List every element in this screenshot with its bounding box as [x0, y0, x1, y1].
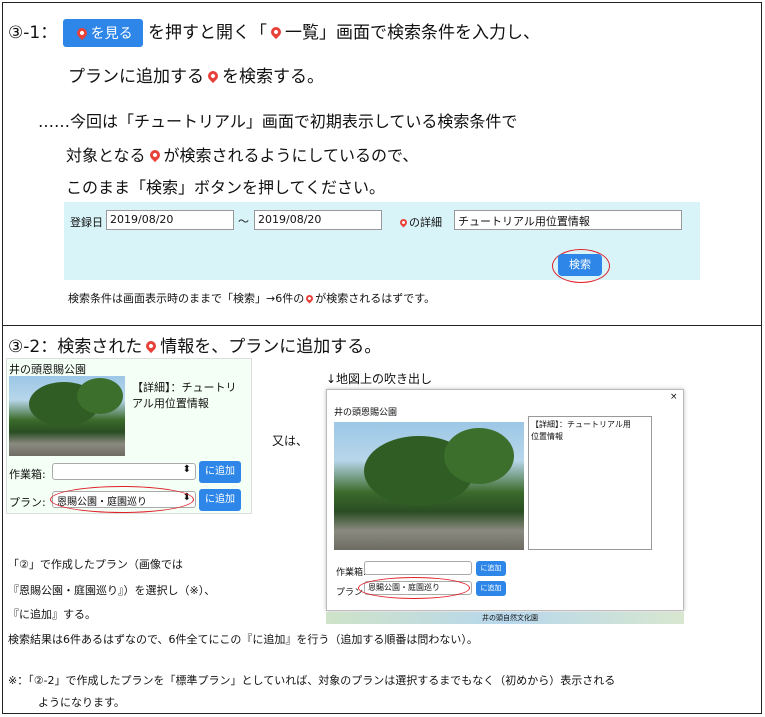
instruction-1: 「②」で作成したプラン（画像では	[8, 558, 183, 571]
result-count-note: 検索結果は6件あるはずなので、6件全てにこの『に追加』を行う（追加する順番は問わ…	[8, 633, 478, 646]
detail-label-group: の詳細	[398, 214, 442, 230]
result-note: 検索条件は画面表示時のままで「検索」→6件の が検索されるはずです。	[68, 290, 435, 306]
step2-heading: ③-2：検索された 情報を、プランに追加する。	[8, 332, 381, 357]
popup-plan-highlight	[358, 577, 470, 599]
map-caption: ↓地図上の吹き出し	[326, 372, 433, 386]
search-button[interactable]: 検索	[558, 254, 602, 276]
pin-icon	[144, 338, 159, 353]
instruction-3: 『に追加』する。	[8, 608, 96, 621]
pin-icon	[398, 217, 409, 227]
or-text: 又は、	[272, 434, 309, 448]
result-note-a: 検索条件は画面表示時のままで「検索」→6件の	[68, 292, 305, 305]
note-line2: 対象となる が検索されるようにしているので、	[66, 142, 418, 166]
pin-icon	[268, 24, 284, 39]
line2-text-b: を検索する。	[222, 67, 324, 87]
select-arrow-icon: ⬍	[182, 464, 191, 475]
step1-line2: プランに追加する を検索する。	[68, 62, 324, 87]
plan-highlight	[50, 486, 194, 513]
date-to-input[interactable]: 2019/08/20	[254, 210, 382, 230]
line1-text: を押すと開く「	[148, 23, 268, 43]
view-button[interactable]: を見る	[62, 19, 143, 47]
popup-add-plan-button[interactable]: に追加	[476, 581, 506, 596]
popup-workbox-select[interactable]	[364, 561, 472, 575]
popup-detail: 【詳細】：チュートリアル用 位置情報	[528, 416, 652, 550]
add-to-workbox-button[interactable]: に追加	[199, 461, 241, 483]
instruction-2: 『恩賜公園・庭園巡り』）を選択し（※）、	[8, 584, 216, 597]
note2-b: が検索されるようにしているので、	[163, 146, 419, 165]
popup-photo	[334, 422, 524, 550]
pin-icon	[205, 68, 221, 83]
heading-a: ③-2：検索された	[8, 337, 143, 357]
line2-text-a: プランに追加する	[68, 67, 204, 87]
pin-icon	[74, 25, 89, 40]
line1-list-text: 一覧」画面で検索条件を入力し、	[285, 23, 541, 43]
workbox-select[interactable]: ⬍	[52, 463, 196, 480]
note2-a: 対象となる	[66, 146, 146, 165]
pin-icon	[147, 147, 162, 163]
heading-b: 情報を、プランに追加する。	[160, 337, 382, 357]
popup-title: 井の頭恩賜公園	[334, 408, 398, 418]
park-photo	[9, 376, 125, 456]
footnote-2: ようになります。	[38, 696, 125, 709]
note-line3: このまま「検索」ボタンを押してください。	[66, 178, 386, 197]
date-label: 登録日	[70, 216, 103, 229]
tilde: 〜	[238, 215, 249, 228]
result-note-b: が検索されるはずです。	[315, 292, 436, 305]
pin-icon	[304, 293, 315, 303]
panel-detail: 【詳細】：チュートリ アル用位置情報	[132, 381, 237, 410]
date-from-input[interactable]: 2019/08/20	[106, 210, 234, 230]
view-button-label: を見る	[90, 26, 133, 42]
footnote-1: ※：「②-2」で作成したプランを「標準プラン」としていれば、対象のプランは選択す…	[8, 674, 616, 687]
step1-line1: ③-1： を見る を押すと開く「 一覧」画面で検索条件を入力し、	[8, 18, 540, 47]
note-line1: ……今回は「チュートリアル」画面で初期表示している検索条件で	[38, 112, 518, 131]
step-number: ③-1：	[8, 23, 58, 43]
map-label: 井の頭自然文化園	[482, 614, 538, 622]
detail-label: の詳細	[409, 216, 442, 229]
plan-label: プラン:	[9, 496, 46, 509]
add-to-plan-button[interactable]: に追加	[199, 489, 241, 511]
workbox-label: 作業箱:	[9, 468, 46, 481]
popup-add-workbox-button[interactable]: に追加	[476, 561, 506, 576]
popup-workbox-label: 作業箱:	[336, 568, 367, 578]
panel-title: 井の頭恩賜公園	[9, 363, 86, 376]
close-icon[interactable]: ×	[670, 392, 678, 402]
section-divider	[2, 325, 762, 326]
detail-input[interactable]: チュートリアル用位置情報	[454, 210, 682, 230]
